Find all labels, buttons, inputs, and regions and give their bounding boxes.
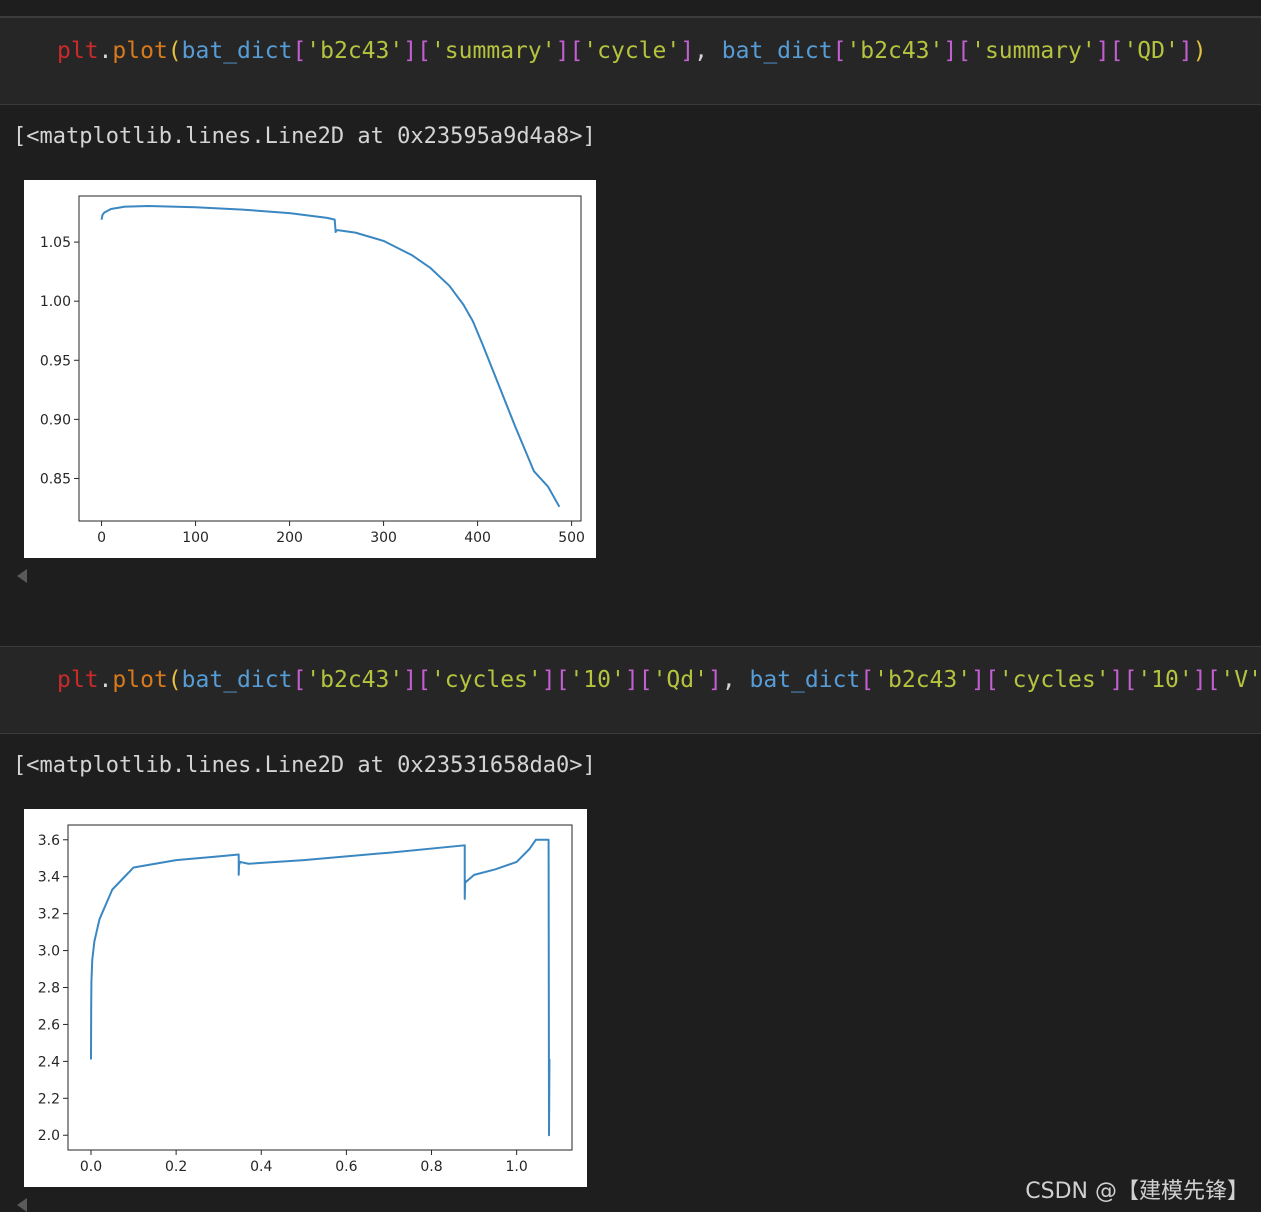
- y-tick-label: 0.95: [40, 353, 71, 369]
- code-token: bat_dict: [721, 38, 833, 64]
- y-tick-label: 0.85: [40, 471, 71, 487]
- code-token: [: [957, 38, 972, 64]
- code-token: [: [638, 667, 653, 693]
- code-token: ]: [1109, 667, 1124, 693]
- code-token: [: [1123, 667, 1138, 693]
- code-token: [: [569, 38, 584, 64]
- code-token: ]: [1192, 667, 1207, 693]
- cell-1-output-text: [<matplotlib.lines.Line2D at 0x23595a9d4…: [13, 124, 596, 149]
- code-token: 'cycles': [430, 667, 542, 693]
- code-token: (: [167, 38, 182, 64]
- y-tick-label: 1.05: [40, 235, 71, 251]
- code-token: [: [292, 38, 307, 64]
- code-token: 'b2c43': [874, 667, 972, 693]
- code-token: 'b2c43': [306, 667, 404, 693]
- code-line-1[interactable]: plt.plot(bat_dict['b2c43']['summary']['c…: [57, 38, 1207, 64]
- y-tick-label: 2.0: [38, 1128, 60, 1144]
- series-line: [89, 838, 551, 1137]
- plot-1: 0 100 200 300 400 500 0.85 0.90 0.95 1.00 1.05: [24, 180, 596, 558]
- code-token: (: [167, 667, 182, 693]
- code-token: ]: [541, 667, 556, 693]
- x-tick-label: 400: [464, 530, 491, 546]
- code-token: plt: [57, 38, 99, 64]
- top-separator: [0, 0, 1261, 17]
- y-tick-label: 2.6: [38, 1017, 60, 1033]
- code-token: [: [832, 38, 847, 64]
- code-token: bat_dict: [181, 667, 293, 693]
- code-token: '10': [1137, 667, 1193, 693]
- code-token: 'b2c43': [306, 38, 404, 64]
- x-tick-label: 500: [558, 530, 585, 546]
- y-tick-label: 3.4: [38, 870, 60, 886]
- code-token: plot: [112, 38, 168, 64]
- code-token: bat_dict: [181, 38, 293, 64]
- code-token: 'summary': [971, 38, 1096, 64]
- code-token: 'cycles': [998, 667, 1110, 693]
- code-token: .: [98, 667, 113, 693]
- code-token: [: [555, 667, 570, 693]
- y-tick-label: 2.2: [38, 1091, 60, 1107]
- scroll-left-arrow-1[interactable]: [17, 569, 27, 583]
- code-line-2[interactable]: plt.plot(bat_dict['b2c43']['cycles']['10…: [57, 667, 1261, 693]
- code-token: 'QD': [1123, 38, 1179, 64]
- code-token: plot: [112, 667, 168, 693]
- code-token: [: [417, 38, 431, 64]
- x-tick-label: 0.0: [80, 1159, 102, 1175]
- x-tick-label: 300: [370, 530, 397, 546]
- x-tick-label: 200: [276, 530, 303, 546]
- cell-2-output-text: [<matplotlib.lines.Line2D at 0x23531658d…: [13, 753, 596, 778]
- code-token: ]: [680, 38, 695, 64]
- code-token: ]: [1095, 38, 1110, 64]
- chart-2-svg: 0.0 0.2 0.4 0.6 0.8 1.0 2.0 2.2 2.4 2.6 2.8 3.0 3.2 3…: [38, 824, 573, 1175]
- y-tick-label: 1.00: [40, 294, 71, 310]
- x-tick-label: 0.4: [250, 1159, 272, 1175]
- code-cell-1[interactable]: plt.plot(bat_dict['b2c43']['summary']['c…: [0, 17, 1261, 105]
- code-token: 'summary': [430, 38, 556, 64]
- code-token: ]: [555, 38, 570, 64]
- code-token: ]: [707, 667, 722, 693]
- code-token: ]: [403, 38, 418, 64]
- y-tick-label: 3.0: [38, 944, 60, 960]
- x-tick-label: 1.0: [506, 1159, 528, 1175]
- code-token: ,: [694, 38, 722, 64]
- x-tick-label: 0.8: [420, 1159, 442, 1175]
- y-tick-label: 3.6: [38, 833, 60, 849]
- axes-frame: [67, 824, 573, 1151]
- plot-2: 0.0 0.2 0.4 0.6 0.8 1.0 2.0 2.2 2.4 2.6 2.8 3.0 3.2 3…: [24, 809, 587, 1187]
- code-token: .: [98, 38, 113, 64]
- x-tick-label: 0.6: [335, 1159, 357, 1175]
- code-token: bat_dict: [749, 667, 861, 693]
- x-tick-label: 0.2: [165, 1159, 187, 1175]
- y-tick-label: 0.90: [40, 412, 71, 428]
- csdn-watermark: CSDN @【建模先锋】: [1025, 1179, 1249, 1204]
- code-cell-2[interactable]: plt.plot(bat_dict['b2c43']['cycles']['10…: [0, 646, 1261, 734]
- y-tick-label: 2.8: [38, 981, 60, 997]
- code-token: [: [984, 667, 999, 693]
- code-token: 'b2c43': [846, 38, 944, 64]
- code-token: [: [860, 667, 875, 693]
- code-token: 'Qd': [652, 667, 708, 693]
- code-token: [: [417, 667, 431, 693]
- code-token: 'V': [1220, 667, 1261, 693]
- code-token: plt: [57, 667, 99, 693]
- code-token: [: [1109, 38, 1124, 64]
- x-tick-label: 100: [182, 530, 209, 546]
- code-token: 'cycle': [583, 38, 681, 64]
- code-token: ]: [403, 667, 418, 693]
- axes-frame: [78, 195, 582, 522]
- series-line: [100, 205, 561, 508]
- code-token: [: [1206, 667, 1221, 693]
- code-token: '10': [569, 667, 625, 693]
- code-token: ): [1192, 38, 1207, 64]
- x-tick-label: 0: [97, 530, 106, 546]
- y-tick-label: 2.4: [38, 1054, 60, 1070]
- chart-1-svg: 0 100 200 300 400 500 0.85 0.90 0.95 1.00 1.05: [40, 195, 585, 546]
- code-token: ]: [1178, 38, 1193, 64]
- code-token: ]: [624, 667, 639, 693]
- code-token: [: [292, 667, 307, 693]
- code-token: ]: [971, 667, 985, 693]
- y-tick-label: 3.2: [38, 907, 60, 923]
- code-token: ,: [721, 667, 750, 693]
- code-token: ]: [943, 38, 958, 64]
